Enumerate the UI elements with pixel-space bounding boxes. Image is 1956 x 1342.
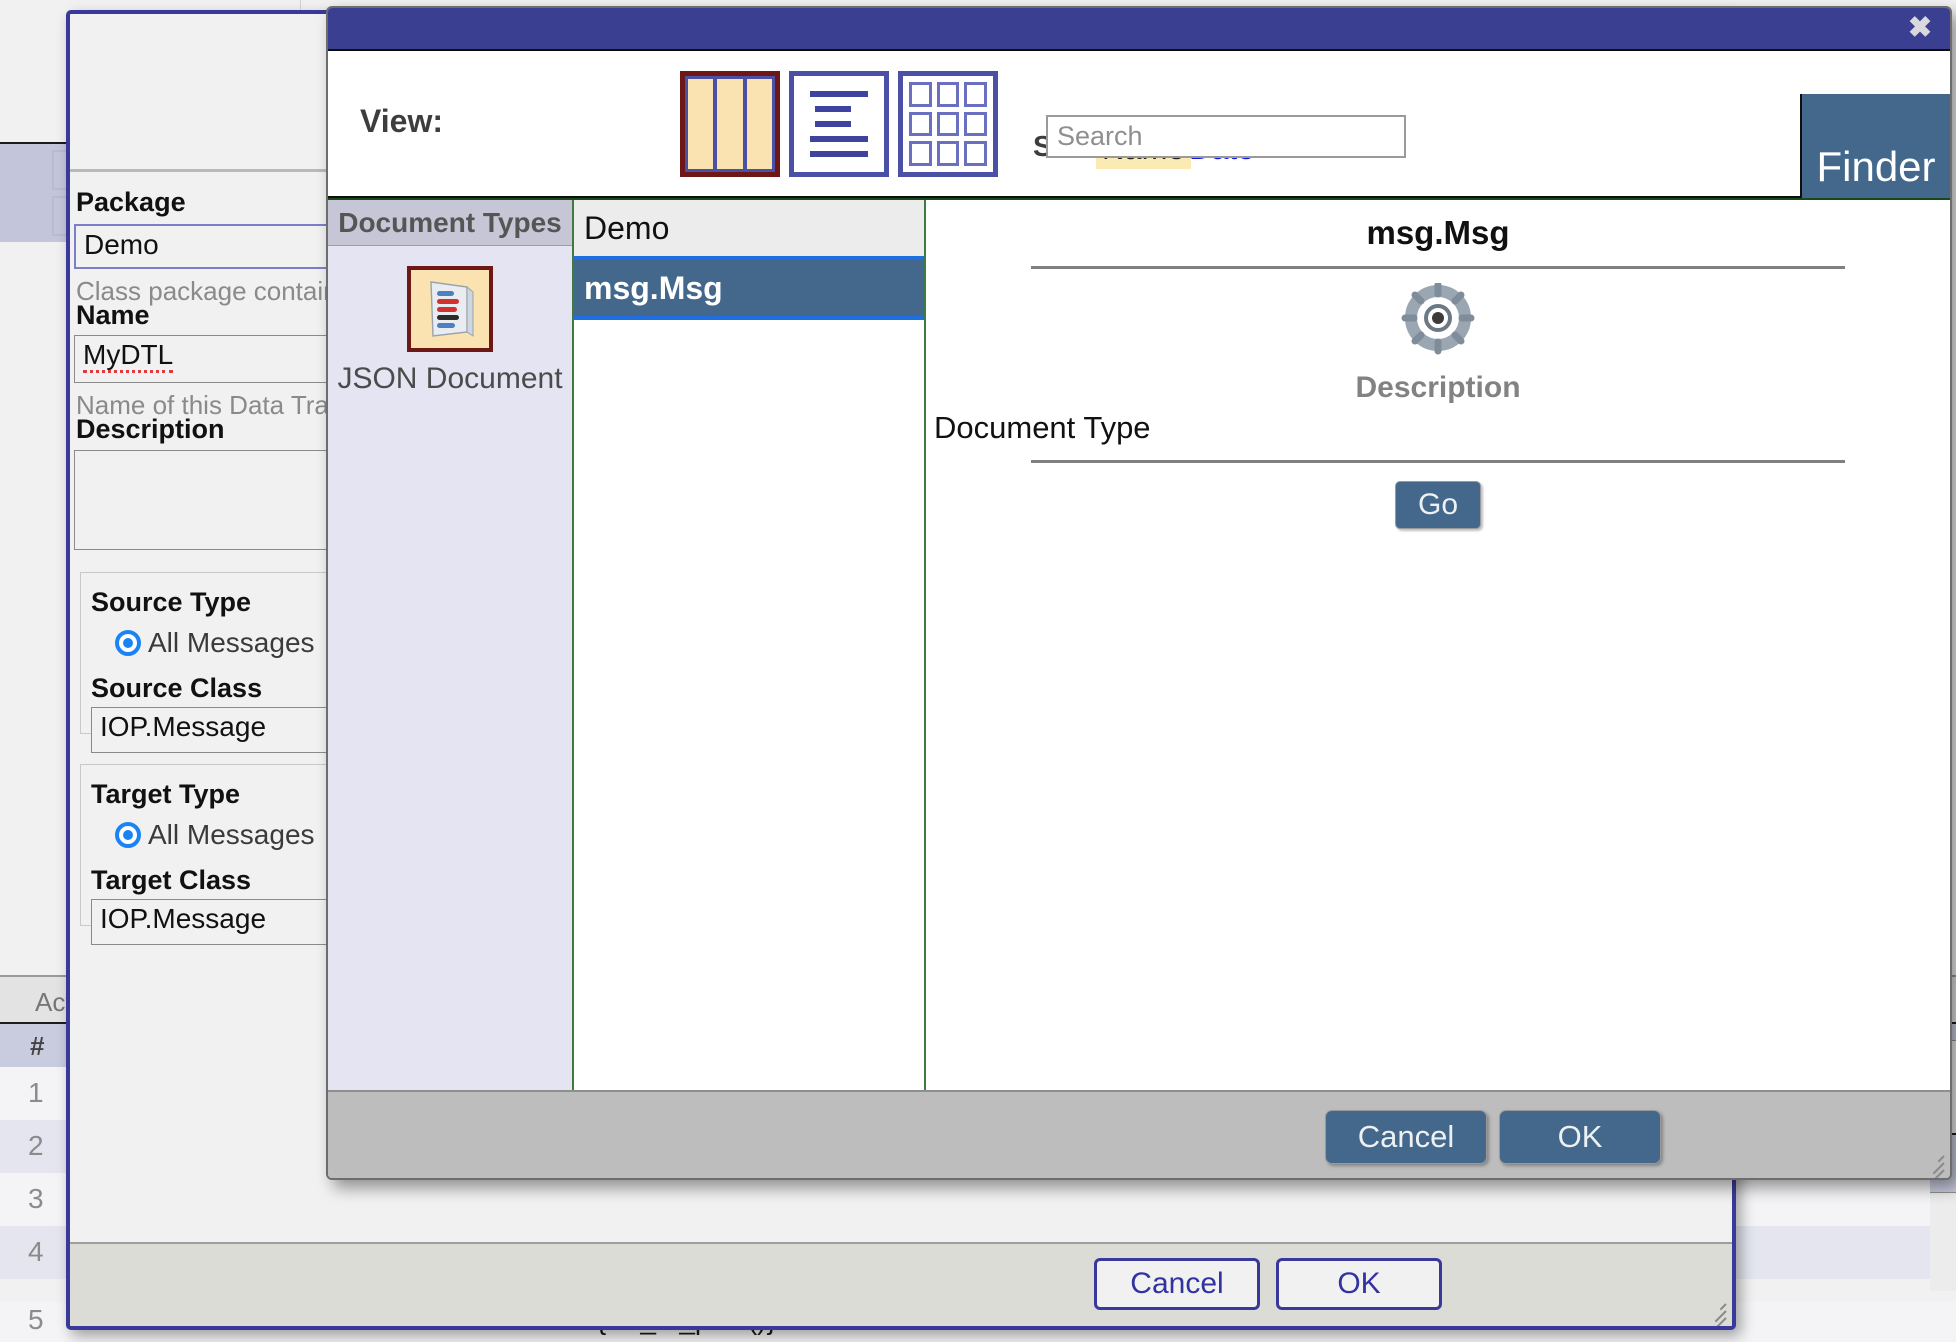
icon-view-cell — [909, 111, 932, 137]
package-list-column: Demo msg.Msg — [574, 200, 926, 1090]
source-class-value: IOP.Message — [100, 711, 267, 742]
icon-view-cell — [936, 141, 960, 166]
resize-grip[interactable] — [1918, 1147, 1945, 1178]
detail-panel: msg.Msg Description Document Type Go — [926, 200, 1950, 529]
document-type-json-document[interactable]: JSON Document — [328, 266, 572, 396]
target-type-label: Target Type — [91, 779, 241, 809]
cancel-button[interactable]: Cancel — [1094, 1258, 1260, 1310]
list-view-icon-line — [810, 151, 868, 157]
target-class-value: IOP.Message — [100, 903, 267, 934]
list-view-icon-line — [810, 91, 868, 97]
view-mode-icon-button[interactable] — [898, 71, 998, 177]
ok-button[interactable]: OK — [1499, 1110, 1661, 1164]
document-type-label: JSON Document — [337, 362, 563, 395]
icon-view-cell — [936, 111, 960, 137]
close-icon[interactable]: ✖ — [1904, 12, 1936, 44]
description-value: Document Type — [934, 410, 1151, 445]
document-types-header: Document Types — [328, 200, 572, 246]
list-item-label: Demo — [584, 209, 670, 246]
target-class-label: Target Class — [91, 865, 252, 895]
target-type-option-label: All Messages — [148, 819, 315, 850]
icon-view-cell — [909, 141, 932, 166]
description-label: Description — [1355, 371, 1521, 404]
list-item[interactable]: msg.Msg — [574, 256, 924, 320]
view-mode-list-button[interactable] — [789, 71, 889, 177]
icon-view-cell — [964, 111, 987, 137]
divider — [1031, 460, 1845, 463]
finder-dialog: ✖ View: Sort: Name Date Finder Document … — [326, 6, 1952, 1180]
radio-selected-icon[interactable] — [115, 630, 141, 656]
ok-button[interactable]: OK — [1276, 1258, 1442, 1310]
source-type-label: Source Type — [91, 587, 252, 617]
list-view-icon-line — [815, 106, 852, 112]
cancel-button[interactable]: Cancel — [1325, 1110, 1487, 1164]
icon-view-cell — [909, 82, 932, 107]
divider — [1031, 266, 1845, 269]
finder-titlebar: ✖ — [328, 8, 1950, 51]
list-view-icon-line — [810, 136, 868, 142]
list-item-label: msg.Msg — [584, 269, 723, 306]
list-item[interactable]: Demo — [574, 200, 924, 256]
row-index: 1 — [28, 1077, 44, 1108]
icon-view-cell — [964, 141, 987, 166]
detail-column: msg.Msg Description Document Type Go — [926, 200, 1950, 1090]
source-class-label: Source Class — [91, 673, 263, 703]
row-index: 2 — [28, 1130, 44, 1161]
icon-view-cell — [936, 82, 960, 107]
finder-footer: Cancel OK — [328, 1090, 1950, 1178]
view-label: View: — [360, 103, 443, 139]
row-index: 5 — [28, 1304, 44, 1335]
source-type-option-label: All Messages — [148, 627, 315, 658]
name-label: Name — [76, 300, 150, 330]
finder-toolbar: View: Sort: Name Date Finder — [328, 51, 1950, 239]
row-index: 3 — [28, 1183, 44, 1214]
list-view-icon-line — [815, 121, 852, 127]
go-button[interactable]: Go — [1395, 481, 1481, 529]
radio-selected-icon[interactable] — [115, 822, 141, 848]
resize-grip[interactable] — [1700, 1295, 1727, 1326]
column-header-index: # — [30, 1031, 45, 1061]
description-label: Description — [76, 414, 225, 444]
row-index: 4 — [28, 1236, 44, 1267]
icon-view-cell — [964, 82, 987, 107]
json-document-icon — [407, 266, 493, 352]
name-value: MyDTL — [83, 339, 174, 373]
search-input[interactable] — [1046, 115, 1406, 158]
gear-icon — [1401, 281, 1475, 357]
target-type-radio-all-messages[interactable]: All Messages — [115, 819, 315, 851]
column-view-icon — [688, 79, 772, 169]
document-types-column: Document Types JSON Document — [328, 200, 574, 1090]
package-value: Demo — [84, 229, 159, 260]
package-label: Package — [76, 187, 186, 217]
finder-columns: Document Types JSON Document Demo msg.Ms… — [328, 198, 1950, 1090]
dialog-footer: Cancel OK — [70, 1242, 1732, 1326]
source-type-radio-all-messages[interactable]: All Messages — [115, 627, 315, 659]
detail-title: msg.Msg — [1366, 214, 1510, 251]
view-mode-column-button[interactable] — [680, 71, 780, 177]
scrollbar-track-lower[interactable] — [1930, 1192, 1956, 1291]
